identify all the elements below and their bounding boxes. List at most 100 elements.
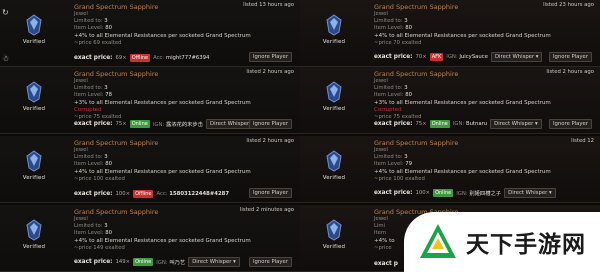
item-mod: +3% to all Elemental Resistances per soc… [74,99,251,106]
price-label: exact price: [374,190,413,196]
listed-time: listed 2 hours ago [246,138,294,144]
sapphire-jewel-icon [26,219,42,241]
verified-label: Verified [322,244,346,250]
price-note: ~price 100 exalted [74,176,125,183]
direct-whisper-button[interactable]: Direct Whisper [504,188,556,198]
direct-whisper-button[interactable]: Direct Whisper [490,119,542,129]
item-title[interactable]: Grand Spectrum Sapphire [374,139,600,147]
limited-line: Limited to: 3 [374,85,408,92]
listed-time: listed 12 [571,138,594,144]
ign-name: IGN: 别姬四槽之子 [456,191,502,197]
listing: Verified Grand Spectrum Sapphire Jewel L… [300,0,600,67]
verified-label: Verified [22,244,46,250]
price-value: 100× [115,191,131,197]
item-type: Jewel [374,78,388,84]
listing-actions: exact price: 100× Online IGN: 别姬四槽之子 Dir… [374,188,556,198]
status-badge: Offline [133,190,154,198]
item-type: Jewel [74,216,88,222]
ign-name: IGN: 叫乃艺 [156,260,186,266]
sapphire-jewel-icon [326,219,342,241]
verified-label: Verified [22,39,46,45]
item-thumbnail[interactable]: Verified [8,150,60,194]
item-type: Jewel [374,147,388,153]
item-level-line: Item Level: 80 [74,161,112,168]
listed-time: listed 13 hours ago [243,2,294,8]
verified-label: Verified [322,175,346,181]
price-value: 75× [415,121,427,127]
ignore-player-button[interactable]: Ignore Player [248,257,292,267]
listed-time: listed 2 hours ago [546,69,594,75]
status-badge: Offline [129,54,151,62]
direct-whisper-button[interactable]: Direct Whisper [188,257,240,267]
price-label: exact price: [74,259,113,265]
listing: Verified Grand Spectrum Sapphire Jewel L… [0,136,300,203]
verified-label: Verified [22,106,46,112]
price-value: 69× [115,55,127,61]
price-value: 149× [115,259,131,265]
item-thumbnail[interactable]: Verified [8,81,60,125]
sapphire-jewel-icon [26,14,42,36]
status-badge: Online [429,120,450,128]
listing-actions: exact price: 75× Online IGN: 露浓花的末步击 Dir… [74,119,258,129]
ignore-player-button[interactable]: Ignore Player [248,52,292,62]
sapphire-jewel-icon [326,81,342,103]
site-logo-icon [420,224,456,258]
price-value: 70× [415,54,427,60]
ignore-player-button[interactable]: Ignore Player [248,119,292,129]
limited-line: Limited to: 3 [74,223,108,230]
limited-line: Limited to: 3 [74,154,108,161]
item-info: Grand Spectrum Sapphire Jewel Limited to… [74,208,300,252]
price-label: exact p [374,261,398,267]
listing-actions: exact p [374,261,398,267]
item-thumbnail[interactable]: Verified [8,219,60,263]
item-mod: +4% to all Elemental Resistances per soc… [374,32,551,39]
direct-whisper-button[interactable]: Direct Whisper [490,52,543,62]
limited-line: Limited to: 3 [374,154,408,161]
item-mod: +4% to all Elemental Resistances per soc… [374,168,551,175]
sapphire-jewel-icon [326,150,342,172]
price-label: exact price: [74,191,113,197]
limited-line: Limited to: 3 [74,18,108,25]
item-thumbnail[interactable]: Verified [308,219,360,263]
item-type: Jewel [74,78,88,84]
item-type: Jewel [374,11,388,17]
corrupted-label: Corrupted [74,107,102,114]
item-thumbnail[interactable]: Verified [308,81,360,125]
item-mod: +3% to all Elemental Resistances per soc… [374,99,551,106]
item-thumbnail[interactable]: Verified [308,14,360,58]
item-thumbnail[interactable]: Verified [8,14,60,58]
listed-time: listed 2 minutes ago [239,207,294,213]
item-mod: +4% to all Elemental Resistances per soc… [74,237,251,244]
verified-label: Verified [322,39,346,45]
status-badge: Online [129,120,150,128]
price-label: exact price: [374,121,413,127]
account-name: Acc: 15803122448#4287 [156,191,230,197]
item-level-line: Item Level: 80 [74,230,112,237]
ignore-player-button[interactable]: Ignore Player [548,52,592,62]
price-label: exact price: [374,54,413,60]
item-level-line: Item Level: 80 [374,25,412,32]
item-type: Jewel [74,147,88,153]
price-value: 100× [415,190,431,196]
listing-actions: exact price: 70× AFK IGN: JuicySauce Dir… [374,52,543,62]
listing-actions: exact price: 100× Offline Acc: 158031224… [74,190,229,198]
limited-line: Limited to: 3 [374,18,408,25]
listed-time: listed 23 hours ago [543,2,594,8]
price-note: ~price 100 exalted [374,176,425,183]
ignore-player-button[interactable]: Ignore Player [548,119,592,129]
listed-time: listed 2 hours ago [246,69,294,75]
item-level-line: Item Level: 80 [374,92,412,99]
listing: Verified Grand Spectrum Sapphire Jewel L… [0,205,300,272]
item-info: Grand Spectrum Sapphire Jewel Limited to… [374,70,600,121]
verified-label: Verified [22,175,46,181]
item-thumbnail[interactable]: Verified [308,150,360,194]
corrupted-label: Corrupted [374,107,402,114]
listing-actions: exact price: 69× Offline Acc: might777#6… [74,54,209,62]
status-badge: AFK [429,53,444,61]
account-name: Acc: might777#6394 [153,55,210,61]
limited-line: Limited to: 3 [74,85,108,92]
item-type: Jewel [74,11,88,17]
item-info: Grand Spectrum Sapphire Jewel Limited to… [374,3,600,47]
sapphire-jewel-icon [326,14,342,36]
ignore-player-button[interactable]: Ignore Player [248,188,292,198]
